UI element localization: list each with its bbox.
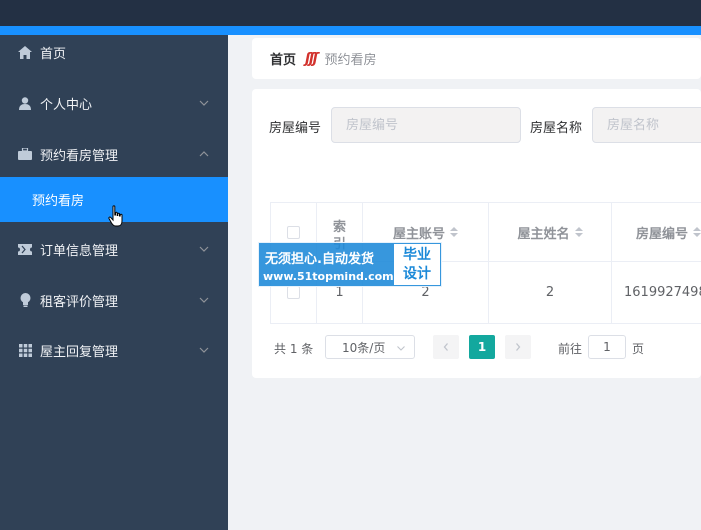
chevron-down-icon bbox=[199, 246, 209, 252]
chevron-down-icon bbox=[397, 346, 405, 351]
sidebar-item-viewing-appointment-mgmt[interactable]: 预约看房管理 bbox=[0, 133, 228, 175]
row-checkbox[interactable] bbox=[287, 286, 300, 299]
search-input-house-name[interactable] bbox=[592, 107, 701, 143]
select-all-checkbox[interactable] bbox=[287, 225, 300, 239]
next-page-button[interactable] bbox=[505, 335, 531, 359]
top-header-bar bbox=[0, 0, 701, 26]
sidebar-item-owner-reply-mgmt[interactable]: 屋主回复管理 bbox=[0, 329, 228, 371]
table-header-label: 屋主姓名 bbox=[517, 226, 570, 242]
sidebar-item-label: 首页 bbox=[40, 46, 67, 62]
breadcrumb-home[interactable]: 首页 bbox=[270, 49, 296, 68]
page-size-select[interactable]: 10条/页 bbox=[325, 335, 415, 359]
chevron-right-icon bbox=[516, 343, 521, 351]
table-header-house-no[interactable]: 房屋编号 bbox=[612, 203, 701, 262]
table-header-label: 房屋编号 bbox=[636, 226, 689, 242]
sort-caret-icon[interactable] bbox=[450, 227, 458, 237]
sidebar-item-personal-center[interactable]: 个人中心 bbox=[0, 82, 228, 124]
chevron-down-icon bbox=[199, 297, 209, 303]
sidebar: 首页 个人中心 预约看房管理 预约看房 订单信息管理 租客评价管理 屋主回复管理 bbox=[0, 35, 228, 530]
chevron-down-icon bbox=[199, 100, 209, 106]
breadcrumb-separator-icon: ʃʃʃ bbox=[305, 50, 319, 67]
breadcrumb-current: 预约看房 bbox=[324, 53, 377, 68]
goto-page-input[interactable] bbox=[588, 335, 626, 359]
watermark-badge-line: 设计 bbox=[403, 266, 431, 282]
table-cell-owner-name: 2 bbox=[489, 262, 612, 324]
watermark-url: www.51topmind.com bbox=[263, 270, 394, 283]
watermark-badge-line: 毕业 bbox=[403, 247, 431, 263]
sort-caret-icon[interactable] bbox=[574, 227, 583, 237]
sidebar-subitem-label: 预约看房 bbox=[32, 194, 85, 209]
page-size-value: 10条/页 bbox=[342, 340, 386, 355]
bulb-icon bbox=[18, 293, 32, 307]
breadcrumb: 首页 ʃʃʃ 预约看房 bbox=[252, 38, 701, 79]
sidebar-item-tenant-review-mgmt[interactable]: 租客评价管理 bbox=[0, 279, 228, 321]
pagination-total: 共 1 条 bbox=[274, 342, 314, 356]
user-icon bbox=[18, 96, 32, 110]
hand-cursor-icon bbox=[108, 205, 123, 227]
pagination: 共 1 条 10条/页 1 前往 页 bbox=[270, 333, 701, 361]
table-header-owner-name[interactable]: 屋主姓名 bbox=[489, 203, 612, 262]
goto-page-suffix: 页 bbox=[632, 342, 645, 356]
sidebar-item-order-info-mgmt[interactable]: 订单信息管理 bbox=[0, 228, 228, 270]
chevron-down-icon bbox=[199, 347, 209, 353]
sidebar-item-label: 租客评价管理 bbox=[40, 294, 119, 310]
sort-caret-icon[interactable] bbox=[693, 227, 701, 237]
sidebar-item-label: 预约看房管理 bbox=[40, 148, 119, 164]
sidebar-item-label: 个人中心 bbox=[40, 97, 93, 113]
sidebar-item-home[interactable]: 首页 bbox=[0, 31, 228, 73]
sidebar-item-label: 订单信息管理 bbox=[40, 243, 119, 259]
table-header-label: 屋主账号 bbox=[392, 226, 445, 242]
chevron-up-icon bbox=[199, 151, 209, 157]
goto-label: 前往 bbox=[558, 342, 583, 356]
home-icon bbox=[18, 45, 32, 59]
briefcase-icon bbox=[18, 147, 32, 161]
grid-icon bbox=[18, 343, 32, 357]
search-label-house-name: 房屋名称 bbox=[530, 121, 583, 136]
page-number-current[interactable]: 1 bbox=[469, 335, 495, 359]
watermark-badge: 毕业 设计 bbox=[394, 244, 440, 285]
table-cell-house-no: 1619927498 bbox=[612, 262, 701, 324]
prev-page-button[interactable] bbox=[433, 335, 459, 359]
watermark-slogan: 无须担心.自动发货 bbox=[265, 252, 374, 267]
chevron-left-icon bbox=[443, 343, 448, 351]
ticket-icon bbox=[18, 242, 32, 256]
watermark-overlay: 无须担心.自动发货 www.51topmind.com 毕业 设计 bbox=[258, 242, 442, 287]
sidebar-item-label: 屋主回复管理 bbox=[40, 344, 119, 360]
search-label-house-no: 房屋编号 bbox=[269, 121, 322, 136]
search-input-house-no[interactable] bbox=[331, 107, 521, 143]
